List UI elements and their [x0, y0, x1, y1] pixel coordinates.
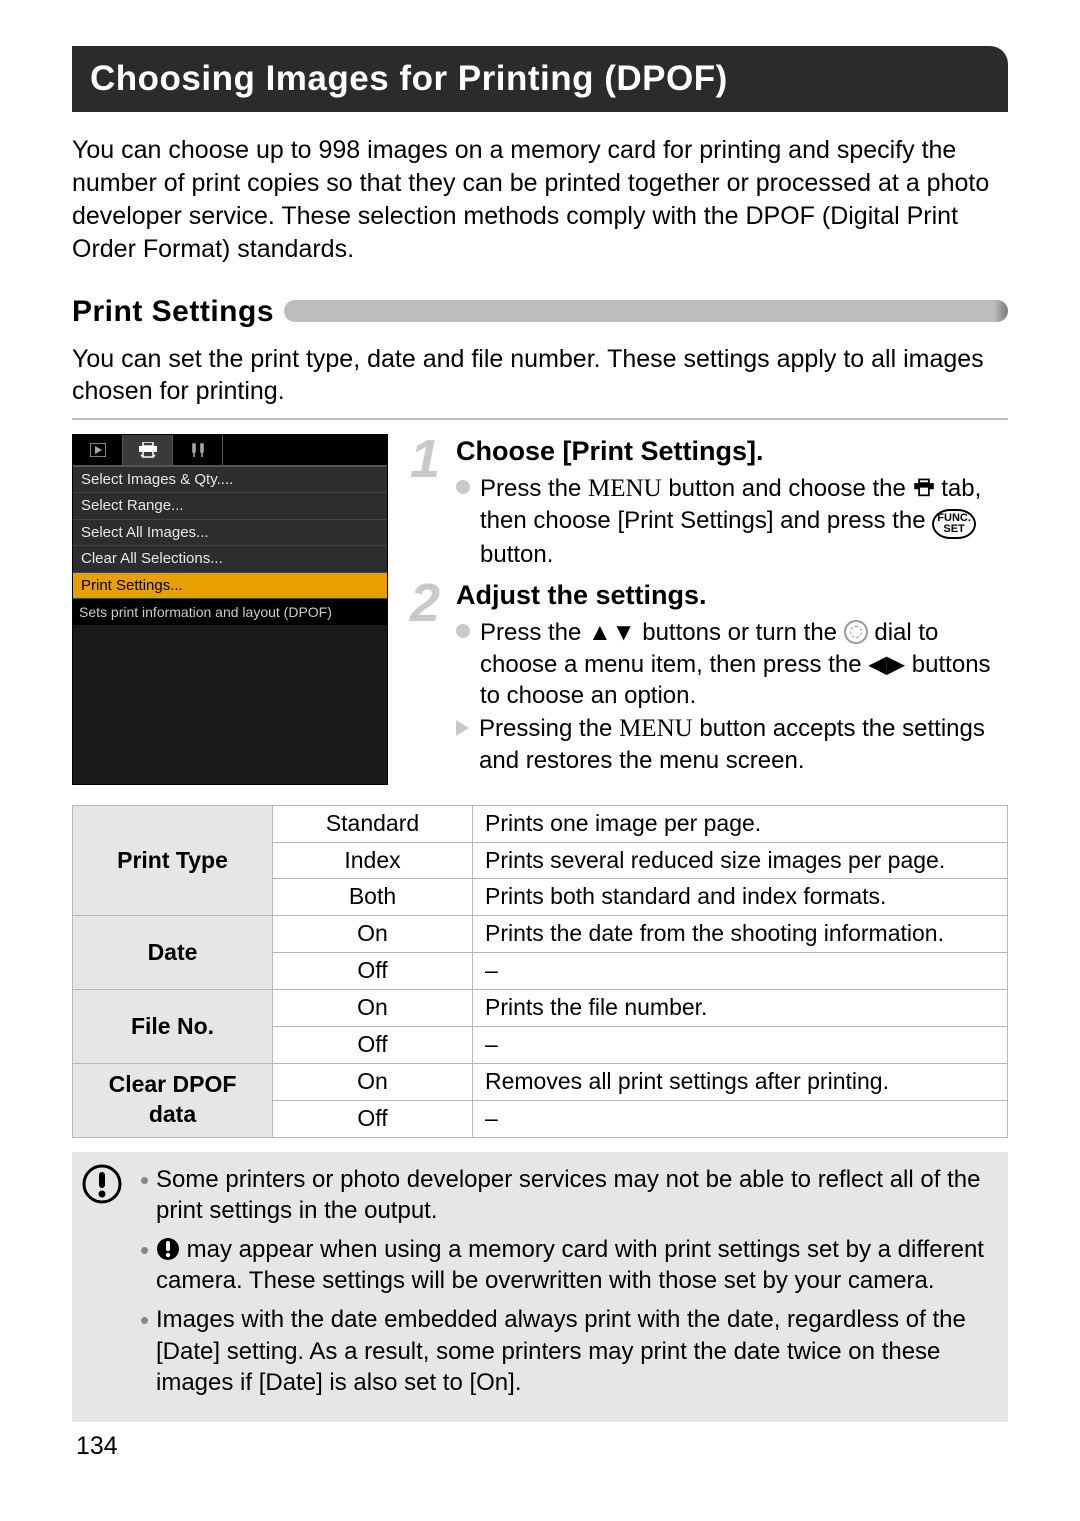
- page-number: 134: [76, 1430, 118, 1463]
- opt: Index: [273, 842, 473, 879]
- heading-bar: [284, 300, 1008, 322]
- step-bullet: Pressing the MENU button accepts the set…: [456, 713, 1008, 777]
- menu-item: Select All Images...: [73, 520, 387, 547]
- arrow-icon: [456, 720, 469, 736]
- desc: Prints the date from the shooting inform…: [473, 916, 1008, 953]
- step-bullet: Press the ▲▼ buttons or turn the dial to…: [456, 617, 1008, 711]
- t: button and choose the: [662, 475, 913, 502]
- t: Press the: [480, 619, 588, 646]
- desc: Prints one image per page.: [473, 805, 1008, 842]
- opt: On: [273, 916, 473, 953]
- opt: Off: [273, 1026, 473, 1063]
- desc: –: [473, 1026, 1008, 1063]
- tab-play-icon: [73, 435, 123, 465]
- section-heading: Print Settings: [72, 292, 274, 331]
- up-down-icon: ▲▼: [588, 619, 636, 646]
- desc: –: [473, 953, 1008, 990]
- opt: On: [273, 1063, 473, 1100]
- step-title: Adjust the settings.: [418, 578, 1008, 613]
- t: buttons or turn the: [636, 619, 844, 646]
- desc: Prints both standard and index formats.: [473, 879, 1008, 916]
- row-head: Date: [73, 916, 273, 990]
- print-tab-icon: [913, 474, 935, 505]
- row-head: File No.: [73, 990, 273, 1064]
- menu-button-label: MENU: [619, 715, 693, 742]
- bullet-icon: [456, 624, 470, 638]
- row-head: Clear DPOF data: [73, 1063, 273, 1137]
- menu-item-selected: Print Settings...: [73, 573, 387, 600]
- menu-button-label: MENU: [588, 475, 662, 502]
- desc: Removes all print settings after printin…: [473, 1063, 1008, 1100]
- tab-print-icon: [123, 435, 173, 465]
- settings-table: Print Type Standard Prints one image per…: [72, 805, 1008, 1138]
- menu-item: Select Range...: [73, 493, 387, 520]
- tab-tools-icon: [173, 435, 223, 465]
- desc: Prints the file number.: [473, 990, 1008, 1027]
- opt: Off: [273, 953, 473, 990]
- opt: Off: [273, 1100, 473, 1137]
- menu-item: Select Images & Qty....: [73, 467, 387, 494]
- caution-note: may appear when using a memory card with…: [140, 1234, 990, 1296]
- caution-note: Some printers or photo developer service…: [140, 1164, 990, 1226]
- section-intro: You can set the print type, date and fil…: [72, 343, 1008, 408]
- camera-menu-screenshot: Select Images & Qty.... Select Range... …: [72, 434, 388, 785]
- step-1: 1 Choose [Print Settings]. Press the MEN…: [418, 434, 1008, 571]
- camera-tabs: [73, 435, 387, 467]
- menu-footer: Sets print information and layout (DPOF): [73, 599, 387, 625]
- divider: [72, 418, 1008, 420]
- bullet-icon: [456, 480, 470, 494]
- menu-item: Clear All Selections...: [73, 546, 387, 573]
- left-right-icon: ◀▶: [868, 651, 905, 678]
- caution-icon: [82, 1164, 126, 1406]
- t: Press the: [480, 475, 588, 502]
- caution-note: Images with the date embedded always pri…: [140, 1304, 990, 1398]
- step-title: Choose [Print Settings].: [418, 434, 1008, 469]
- row-head: Print Type: [73, 805, 273, 916]
- t: button.: [480, 541, 553, 568]
- caution-box: Some printers or photo developer service…: [72, 1152, 1008, 1422]
- step-bullet: Press the MENU button and choose the tab…: [456, 473, 1008, 571]
- func-set-button-icon: FUNC.SET: [932, 509, 976, 539]
- steps: 1 Choose [Print Settings]. Press the MEN…: [418, 434, 1008, 785]
- intro-text: You can choose up to 998 images on a mem…: [72, 134, 1008, 266]
- step-2: 2 Adjust the settings. Press the ▲▼ butt…: [418, 578, 1008, 776]
- desc: Prints several reduced size images per p…: [473, 842, 1008, 879]
- section-heading-row: Print Settings: [72, 292, 1008, 331]
- opt: Standard: [273, 805, 473, 842]
- info-icon: [156, 1236, 180, 1263]
- desc: –: [473, 1100, 1008, 1137]
- t: Pressing the: [479, 715, 619, 742]
- opt: On: [273, 990, 473, 1027]
- control-dial-icon: [844, 620, 868, 644]
- page-title: Choosing Images for Printing (DPOF): [72, 46, 1008, 112]
- opt: Both: [273, 879, 473, 916]
- t: may appear when using a memory card with…: [156, 1236, 984, 1294]
